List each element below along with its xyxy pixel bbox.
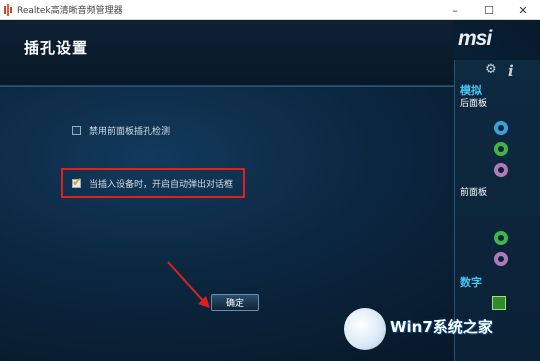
watermark-text: Win7系统之家 [390,318,493,336]
back-jack-green[interactable] [494,142,508,156]
sidebar-back-panel-label: 后面板 [460,99,488,109]
checkbox-auto-popup[interactable]: ✔ [72,175,82,189]
back-jack-blue[interactable] [494,121,508,135]
front-jack-green[interactable] [494,231,508,245]
windows-logo-icon [344,308,386,350]
option-label: 当插入设备时，开启自动弹出对话框 [89,180,234,190]
msi-logo: msi [458,27,492,50]
option-label: 禁用前面板插孔检测 [89,127,171,137]
option-auto-popup[interactable]: ✔ 当插入设备时，开启自动弹出对话框 [72,175,234,190]
minimize-button[interactable]: – [438,0,472,20]
close-button[interactable]: ✕ [506,0,540,20]
checkmark-icon: ✔ [72,175,83,189]
back-jack-pink[interactable] [494,163,508,177]
ok-button[interactable]: 确定 [211,294,259,311]
header-band: 插孔设置 [0,20,454,86]
front-jack-pink[interactable] [494,252,508,266]
divider [0,86,454,87]
sidebar-digital-header: 数字 [460,276,482,289]
jack-settings-panel: 插孔设置 msi 禁用前面板插孔检测 ✔ 当插入设备时，开启自动弹出对话框 确定… [0,20,540,361]
gear-icon[interactable]: ⚙ [485,63,497,76]
page-title: 插孔设置 [24,39,89,57]
watermark: Win7系统之家 [338,300,540,361]
realtek-app-icon [4,4,12,16]
maximize-button[interactable]: ☐ [472,0,506,20]
checkbox-disable-front-jack[interactable] [72,126,81,135]
window-title: Realtek高清晰音频管理器 [17,6,123,16]
window-titlebar: Realtek高清晰音频管理器 – ☐ ✕ [0,0,540,20]
option-disable-front-jack-detection[interactable]: 禁用前面板插孔检测 [72,124,170,137]
sidebar-front-panel-label: 前面板 [460,188,488,198]
info-icon[interactable]: i [508,62,514,80]
